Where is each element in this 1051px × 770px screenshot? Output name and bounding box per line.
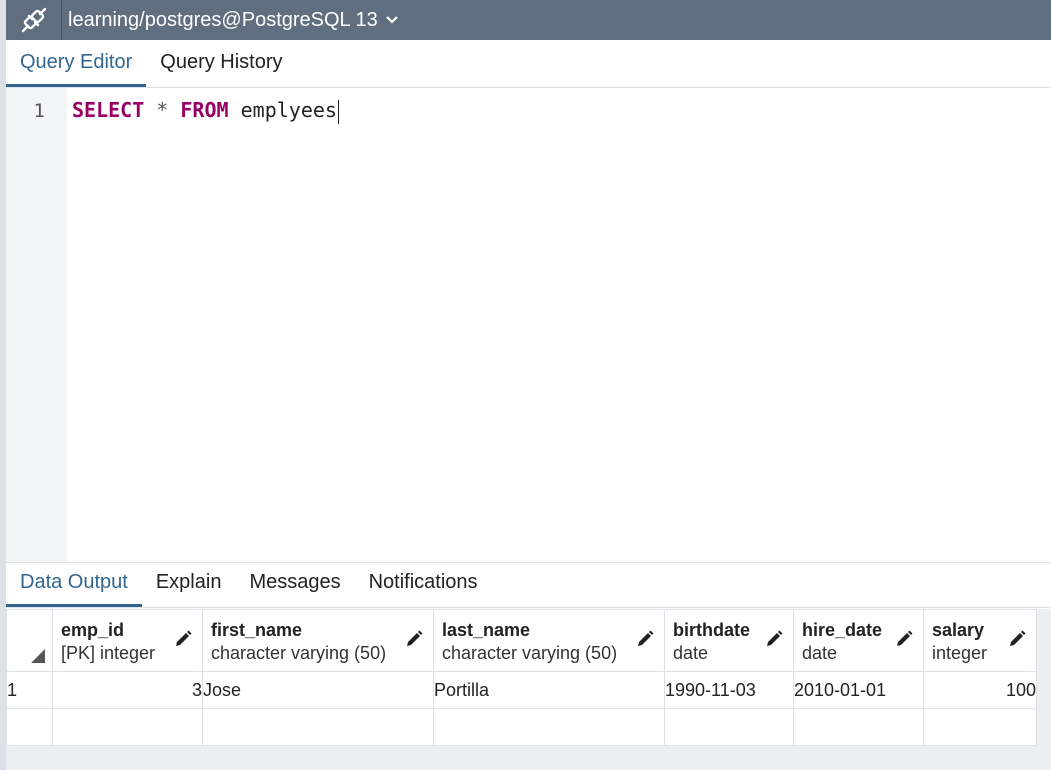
column-header-hire-date[interactable]: hire_date date [793,609,924,672]
cell-birthdate[interactable]: 1990-11-03 [664,671,794,709]
sql-editor[interactable]: 1 SELECT * FROM emplyees [6,88,1051,562]
pencil-icon[interactable] [765,630,783,648]
column-header-last-name[interactable]: last_name character varying (50) [433,609,665,672]
cell-emp-id[interactable]: 3 [52,671,203,709]
column-name: last_name [442,620,531,640]
column-header-birthdate[interactable]: birthdate date [664,609,794,672]
cell-last-name[interactable]: Portilla [433,671,665,709]
cell-first-name[interactable]: Jose [202,671,434,709]
column-header-first-name[interactable]: first_name character varying (50) [202,609,434,672]
pencil-icon[interactable] [1008,630,1026,648]
empty-cell[interactable] [202,708,434,746]
column-type: character varying (50) [211,643,387,663]
connection-selector[interactable]: learning/postgres@PostgreSQL 13 [62,9,400,32]
table-row-new[interactable] [6,708,1037,746]
sql-keyword-from: FROM [180,98,229,122]
line-number: 1 [33,100,45,122]
tab-data-output[interactable]: Data Output [6,571,142,607]
empty-cell[interactable] [664,708,794,746]
tab-query-editor[interactable]: Query Editor [6,51,147,87]
tab-query-history[interactable]: Query History [146,51,296,87]
connection-bar: learning/postgres@PostgreSQL 13 [6,0,1051,40]
sql-identifier: emplyees [240,98,337,122]
results-table: emp_id [PK] integer first_name character… [6,609,1037,746]
column-type: character varying (50) [442,643,618,663]
connection-title: learning/postgres@PostgreSQL 13 [68,8,378,31]
text-cursor [337,99,339,124]
column-name: first_name [211,620,303,640]
pencil-icon[interactable] [636,630,654,648]
column-header-emp-id[interactable]: emp_id [PK] integer [52,609,203,672]
pencil-icon[interactable] [895,630,913,648]
column-header-salary[interactable]: salary integer [923,609,1037,672]
data-output-grid: emp_id [PK] integer first_name character… [6,609,1051,770]
cell-hire-date[interactable]: 2010-01-01 [793,671,924,709]
empty-cell[interactable] [793,708,924,746]
sql-keyword-select: SELECT [72,98,145,122]
cell-salary[interactable]: 100 [923,671,1037,709]
select-all-corner[interactable] [6,609,53,672]
empty-cell[interactable] [52,708,203,746]
empty-cell[interactable] [6,708,53,746]
select-all-icon [31,649,45,663]
sql-star: * [156,98,169,122]
tab-messages[interactable]: Messages [235,571,354,607]
code-line[interactable]: SELECT * FROM emplyees [72,98,339,124]
tab-notifications[interactable]: Notifications [355,571,492,607]
empty-cell[interactable] [923,708,1037,746]
line-gutter: 1 [6,88,67,562]
pencil-icon[interactable] [405,630,423,648]
pencil-icon[interactable] [174,630,192,648]
connection-status-button[interactable] [6,0,62,40]
table-row[interactable]: 1 3 Jose Portilla 1990-11-03 2010-01-01 … [6,671,1037,709]
editor-tabs: Query Editor Query History [6,40,1051,88]
row-number[interactable]: 1 [6,671,53,709]
chevron-down-icon [385,16,398,24]
empty-cell[interactable] [433,708,665,746]
plug-connection-icon [21,7,46,33]
tab-explain[interactable]: Explain [142,571,236,607]
output-tabs: Data Output Explain Messages Notificatio… [6,562,1051,608]
